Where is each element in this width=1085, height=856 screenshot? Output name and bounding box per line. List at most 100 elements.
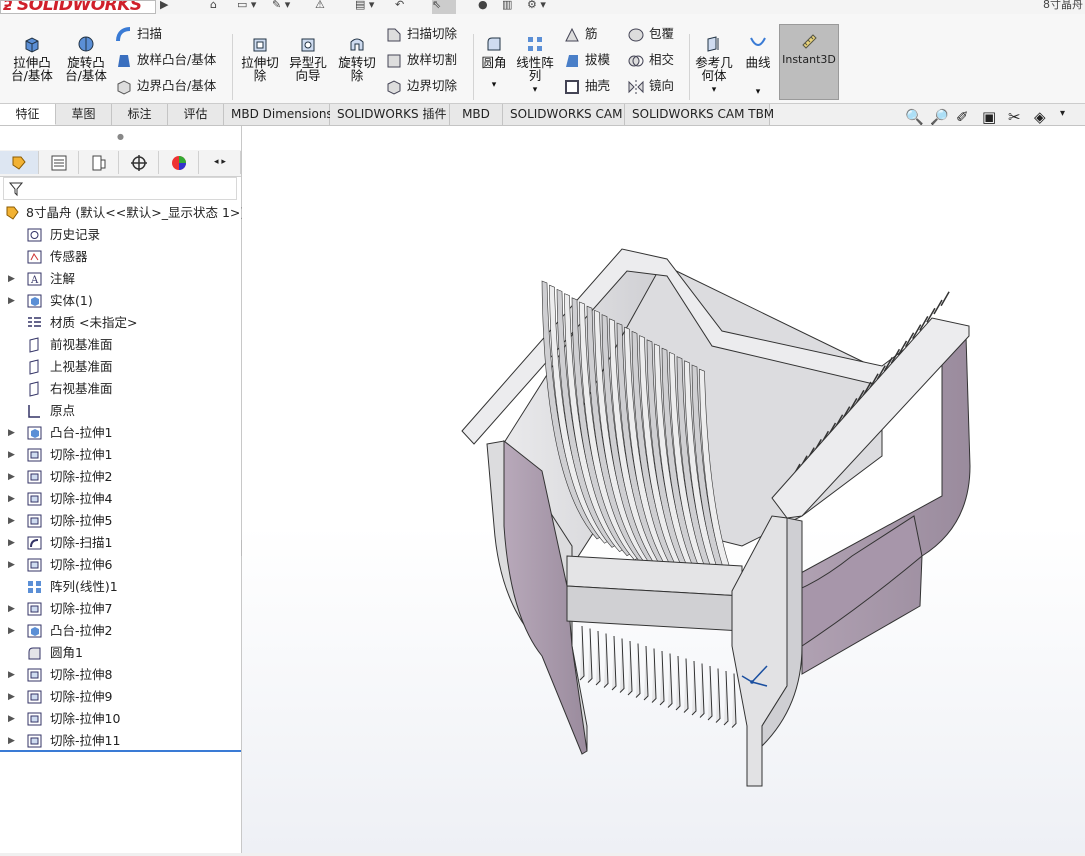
reference-geometry-button[interactable]: 参考几何体 ▾: [694, 34, 734, 97]
tree-item[interactable]: 阵列(线性)1: [0, 576, 240, 598]
file-properties-icon[interactable]: ▥: [502, 0, 512, 14]
tree-item[interactable]: 历史记录: [0, 224, 240, 246]
tree-item[interactable]: 材质 <未指定>: [0, 312, 240, 334]
tree-item[interactable]: 右视基准面: [0, 378, 240, 400]
home-icon[interactable]: ⌂: [210, 0, 217, 14]
expand-arrow-icon[interactable]: ▶: [8, 268, 15, 290]
traffic-light-icon[interactable]: ●: [478, 0, 488, 14]
options-gear-icon[interactable]: ⚙ ▾: [527, 0, 546, 14]
save-icon[interactable]: ✎ ▾: [272, 0, 290, 14]
tab-mbd-dimensions[interactable]: MBD Dimensions: [224, 104, 333, 125]
solidworks-logo[interactable]: ƻ SOLIDWORKS: [0, 0, 156, 14]
tab-solidworks-addins[interactable]: SOLIDWORKS 插件: [330, 104, 450, 125]
expand-arrow-icon[interactable]: ▶: [8, 554, 15, 576]
expand-arrow-icon[interactable]: ▶: [8, 620, 15, 642]
view-orientation-dropdown-icon[interactable]: ▾: [1060, 108, 1065, 126]
sweep-cut-button[interactable]: 扫描切除: [385, 24, 457, 44]
configuration-manager-tab[interactable]: [80, 151, 119, 174]
panel-grip-icon[interactable]: ●: [117, 132, 124, 141]
tree-item[interactable]: ▶ 切除-拉伸7: [0, 598, 240, 620]
tab-mbd[interactable]: MBD: [450, 104, 503, 125]
zoom-area-icon[interactable]: 🔎: [930, 108, 949, 126]
tree-item[interactable]: ▶ 切除-拉伸6: [0, 554, 240, 576]
boundary-boss-button[interactable]: 边界凸台/基体: [115, 76, 216, 96]
dynamic-annotation-icon[interactable]: ✂: [1008, 108, 1021, 126]
tree-item[interactable]: ▶ 实体(1): [0, 290, 240, 312]
tab-markup[interactable]: 标注: [112, 104, 168, 125]
property-manager-tab[interactable]: [40, 151, 79, 174]
tree-item[interactable]: ▶ 切除-拉伸10: [0, 708, 240, 730]
draft-button[interactable]: 拔模: [563, 50, 610, 70]
select-icon[interactable]: ⇖: [432, 0, 456, 14]
tree-item[interactable]: ▶ 切除-拉伸9: [0, 686, 240, 708]
expand-arrow-icon[interactable]: ▶: [8, 444, 15, 466]
rollback-bar[interactable]: [0, 750, 241, 752]
wrap-button[interactable]: 包覆: [627, 24, 674, 44]
expand-arrow-icon[interactable]: ▶: [8, 598, 15, 620]
extrude-boss-button[interactable]: 拉伸凸台/基体: [8, 34, 56, 82]
tree-item[interactable]: ▶ 切除-扫描1: [0, 532, 240, 554]
tree-item[interactable]: ▶ A 注解: [0, 268, 240, 290]
tree-item[interactable]: ▶ 切除-拉伸5: [0, 510, 240, 532]
tree-item[interactable]: ▶ 切除-拉伸11: [0, 730, 240, 752]
hole-wizard-button[interactable]: 异型孔向导: [286, 34, 330, 82]
extrude-cut-button[interactable]: 拉伸切除: [237, 34, 283, 82]
tree-item[interactable]: 上视基准面: [0, 356, 240, 378]
menu-arrow-icon[interactable]: ▶: [160, 0, 168, 14]
sweep-button[interactable]: 扫描: [115, 24, 162, 44]
feature-manager-tab[interactable]: [0, 151, 39, 174]
wafer-boat-model[interactable]: [242, 126, 1085, 853]
view-orientation-icon[interactable]: ◈: [1034, 108, 1046, 126]
new-document-icon[interactable]: ▭ ▾: [237, 0, 256, 14]
expand-arrow-icon[interactable]: ▶: [8, 708, 15, 730]
rebuild-icon[interactable]: ⚠: [315, 0, 325, 14]
revolve-boss-button[interactable]: 旋转凸台/基体: [62, 34, 110, 82]
tab-solidworks-cam[interactable]: SOLIDWORKS CAM: [503, 104, 625, 125]
linear-pattern-button[interactable]: 线性阵列 ▾: [513, 34, 557, 97]
curves-button[interactable]: 曲线 ▾: [740, 34, 776, 99]
graphics-area[interactable]: [242, 126, 1085, 853]
loft-button[interactable]: 放样凸台/基体: [115, 50, 216, 70]
tree-item[interactable]: ▶ 凸台-拉伸2: [0, 620, 240, 642]
expand-arrow-icon[interactable]: ▶: [8, 664, 15, 686]
tab-features[interactable]: 特征: [0, 104, 56, 125]
expand-arrow-icon[interactable]: ▶: [8, 532, 15, 554]
previous-view-icon[interactable]: ✐: [956, 108, 969, 126]
tab-evaluate[interactable]: 评估: [168, 104, 224, 125]
tree-item[interactable]: ▶ 切除-拉伸8: [0, 664, 240, 686]
boundary-cut-button[interactable]: 边界切除: [385, 76, 457, 96]
revolve-cut-button[interactable]: 旋转切除: [334, 34, 380, 82]
tree-item[interactable]: 前视基准面: [0, 334, 240, 356]
print-icon[interactable]: ▤ ▾: [355, 0, 374, 14]
mirror-button[interactable]: 镜向: [627, 76, 674, 96]
tree-root[interactable]: 8寸晶舟 (默认<<默认>_显示状态 1>): [0, 202, 245, 224]
tab-solidworks-cam-tbm[interactable]: SOLIDWORKS CAM TBM: [625, 104, 774, 125]
expand-arrow-icon[interactable]: ▶: [8, 290, 15, 312]
rib-button[interactable]: 筋: [563, 24, 598, 44]
tree-item[interactable]: 原点: [0, 400, 240, 422]
tree-item[interactable]: 传感器: [0, 246, 240, 268]
tab-sketch[interactable]: 草图: [56, 104, 112, 125]
tree-item[interactable]: ▶ 凸台-拉伸1: [0, 422, 240, 444]
undo-icon[interactable]: ↶: [395, 0, 404, 14]
instant3d-button[interactable]: Instant3D: [779, 24, 839, 100]
zoom-to-fit-icon[interactable]: 🔍: [905, 108, 924, 126]
display-manager-tab[interactable]: [160, 151, 199, 174]
intersect-button[interactable]: 相交: [627, 50, 674, 70]
tree-item[interactable]: ▶ 切除-拉伸4: [0, 488, 240, 510]
fillet-button[interactable]: 圆角 ▾: [477, 34, 511, 92]
tree-item[interactable]: ▶ 切除-拉伸2: [0, 466, 240, 488]
expand-arrow-icon[interactable]: ▶: [8, 730, 15, 752]
shell-button[interactable]: 抽壳: [563, 76, 610, 96]
dimxpert-tab[interactable]: [120, 151, 159, 174]
loft-cut-button[interactable]: 放样切割: [385, 50, 457, 70]
panel-tab-scroll-icon[interactable]: ◂ ▸: [200, 151, 241, 174]
expand-arrow-icon[interactable]: ▶: [8, 488, 15, 510]
tree-item[interactable]: 圆角1: [0, 642, 240, 664]
expand-arrow-icon[interactable]: ▶: [8, 686, 15, 708]
expand-arrow-icon[interactable]: ▶: [8, 510, 15, 532]
tree-item[interactable]: ▶ 切除-拉伸1: [0, 444, 240, 466]
section-view-icon[interactable]: ▣: [982, 108, 996, 126]
expand-arrow-icon[interactable]: ▶: [8, 422, 15, 444]
tree-filter[interactable]: [3, 177, 237, 200]
